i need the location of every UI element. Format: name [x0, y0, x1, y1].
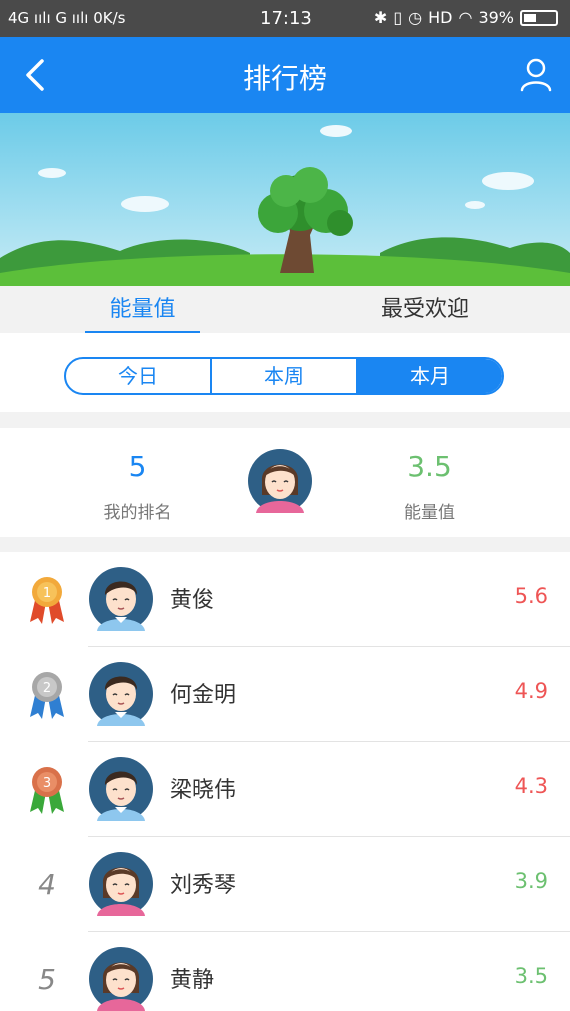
alarm-icon: ◷ — [408, 8, 423, 27]
avatar — [89, 947, 153, 1011]
period-segmented-control: 今日 本周 本月 — [64, 357, 504, 395]
user-score: 4.9 — [514, 679, 548, 703]
avatar — [89, 757, 153, 821]
list-item[interactable]: 4 刘秀琴 3.9 — [0, 837, 570, 932]
my-rank-label: 我的排名 — [103, 503, 172, 523]
my-energy-value: 3.5 — [407, 450, 452, 483]
rank-number: 4 — [38, 868, 56, 901]
user-name: 黄俊 — [170, 588, 215, 613]
gold-medal-icon: 1 — [30, 577, 64, 624]
list-item[interactable]: 5 黄静 3.5 — [0, 932, 570, 1011]
tab-most-popular[interactable]: 最受欢迎 — [360, 286, 490, 333]
my-energy-label: 能量值 — [404, 503, 455, 523]
avatar — [89, 662, 153, 726]
bluetooth-icon: ✱ — [373, 8, 388, 27]
tab-energy[interactable]: 能量值 — [85, 286, 200, 333]
list-item[interactable]: 2 何金明 4.9 — [0, 647, 570, 742]
avatar — [89, 567, 153, 631]
wifi-icon: ◠ — [458, 8, 473, 27]
tree-banner-image — [0, 113, 570, 286]
my-rank-value: 5 — [128, 450, 147, 483]
svg-text:2: 2 — [43, 681, 51, 696]
svg-text:1: 1 — [43, 586, 51, 601]
user-score: 3.5 — [514, 964, 548, 988]
bronze-medal-icon: 3 — [30, 767, 64, 814]
svg-text:3: 3 — [43, 776, 51, 791]
page-title: 排行榜 — [242, 62, 327, 95]
avatar — [89, 852, 153, 916]
network-status: 4G ıılı G ıılı 0K/s — [8, 9, 126, 27]
status-time: 17:13 — [260, 8, 312, 29]
user-score: 4.3 — [514, 774, 548, 798]
status-right: ✱ ▯ ◷ HD ◠ 39% — [374, 8, 558, 27]
ranking-list: 1 黄俊 5.6 2 何金明 4.9 3 梁晓伟 4.3 4 刘秀琴 3.9 5… — [0, 552, 570, 1011]
period-selector-area: 今日 本周 本月 — [0, 333, 570, 412]
category-tabs: 能量值 最受欢迎 — [0, 286, 570, 333]
user-score: 3.9 — [514, 869, 548, 893]
period-week-button[interactable]: 本周 — [210, 359, 356, 393]
battery-percent: 39% — [478, 8, 514, 27]
user-name: 何金明 — [170, 683, 237, 708]
my-avatar — [248, 449, 312, 513]
app-bar: 排行榜 — [0, 37, 570, 113]
user-name: 黄静 — [170, 968, 215, 993]
rank-number: 5 — [38, 963, 56, 996]
list-item[interactable]: 1 黄俊 5.6 — [0, 552, 570, 647]
hd-label: HD — [428, 8, 453, 27]
user-name: 刘秀琴 — [170, 873, 237, 898]
list-item[interactable]: 3 梁晓伟 4.3 — [0, 742, 570, 837]
user-name: 梁晓伟 — [170, 778, 237, 803]
silver-medal-icon: 2 — [30, 672, 64, 719]
period-month-button[interactable]: 本月 — [356, 359, 502, 393]
vibrate-icon: ▯ — [393, 8, 403, 27]
my-summary: 5 我的排名 3.5 能量值 — [0, 428, 570, 537]
period-today-button[interactable]: 今日 — [66, 359, 210, 393]
user-score: 5.6 — [514, 584, 548, 608]
user-profile-icon[interactable] — [518, 57, 554, 93]
battery-icon — [520, 9, 558, 26]
status-bar: 4G ıılı G ıılı 0K/s 17:13 ✱ ▯ ◷ HD ◠ 39% — [0, 0, 570, 37]
